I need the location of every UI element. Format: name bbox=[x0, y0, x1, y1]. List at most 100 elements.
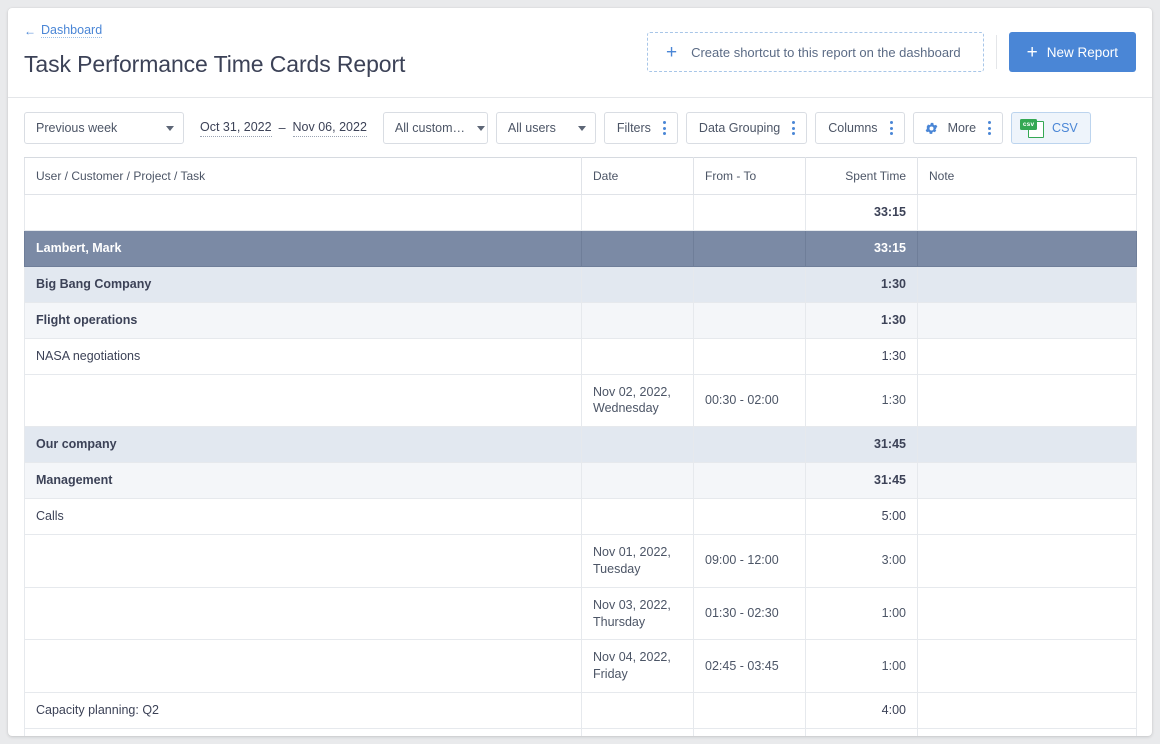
cell-date bbox=[582, 463, 694, 499]
columns-button[interactable]: Columns bbox=[815, 112, 904, 144]
users-select-value: All users bbox=[508, 121, 556, 135]
cell-note bbox=[918, 534, 1137, 587]
cell-date: Nov 01, 2022, Tuesday bbox=[582, 534, 694, 587]
report-table-container: User / Customer / Project / Task Date Fr… bbox=[8, 157, 1152, 736]
data-grouping-button[interactable]: Data Grouping bbox=[686, 112, 807, 144]
cell-name bbox=[25, 640, 582, 693]
cell-note bbox=[918, 587, 1137, 640]
table-row[interactable]: Capacity planning: Q24:00 bbox=[25, 693, 1137, 729]
filters-button[interactable]: Filters bbox=[604, 112, 678, 144]
page-header: ← Dashboard Task Performance Time Cards … bbox=[8, 8, 1152, 98]
kebab-menu-icon[interactable] bbox=[789, 121, 798, 135]
cell-date bbox=[582, 266, 694, 302]
cell-from-to bbox=[694, 729, 806, 737]
more-label: More bbox=[948, 121, 976, 135]
cell-note bbox=[918, 302, 1137, 338]
cell-spent-time bbox=[806, 729, 918, 737]
cell-name: NASA negotiations bbox=[25, 338, 582, 374]
table-row[interactable] bbox=[25, 729, 1137, 737]
cell-note bbox=[918, 427, 1137, 463]
cell-from-to: 09:00 - 12:00 bbox=[694, 534, 806, 587]
cell-spent-time: 31:45 bbox=[806, 427, 918, 463]
breadcrumb-dashboard-link[interactable]: ← Dashboard bbox=[24, 24, 102, 39]
customer-select-value: All custom… bbox=[395, 121, 465, 135]
cell-note bbox=[918, 499, 1137, 535]
date-range-picker[interactable]: Oct 31, 2022 – Nov 06, 2022 bbox=[192, 112, 375, 144]
cell-spent-time: 1:00 bbox=[806, 587, 918, 640]
cell-note bbox=[918, 266, 1137, 302]
export-csv-label: CSV bbox=[1052, 121, 1078, 135]
cell-name bbox=[25, 729, 582, 737]
report-toolbar: Previous week Oct 31, 2022 – Nov 06, 202… bbox=[8, 98, 1152, 157]
cell-name: Capacity planning: Q2 bbox=[25, 693, 582, 729]
cell-date bbox=[582, 427, 694, 463]
cell-spent-time: 33:15 bbox=[806, 230, 918, 266]
cell-note bbox=[918, 195, 1137, 231]
cell-date bbox=[582, 302, 694, 338]
cell-note bbox=[918, 729, 1137, 737]
kebab-menu-icon[interactable] bbox=[660, 121, 669, 135]
date-to[interactable]: Nov 06, 2022 bbox=[293, 120, 367, 137]
create-shortcut-button[interactable]: + Create shortcut to this report on the … bbox=[647, 32, 984, 72]
table-row[interactable]: Nov 01, 2022, Tuesday09:00 - 12:003:00 bbox=[25, 534, 1137, 587]
cell-from-to: 02:45 - 03:45 bbox=[694, 640, 806, 693]
data-grouping-label: Data Grouping bbox=[699, 121, 780, 135]
export-csv-button[interactable]: csv CSV bbox=[1011, 112, 1091, 144]
cell-spent-time: 1:30 bbox=[806, 266, 918, 302]
kebab-menu-icon[interactable] bbox=[887, 121, 896, 135]
column-header-date[interactable]: Date bbox=[582, 158, 694, 195]
cell-spent-time: 1:30 bbox=[806, 374, 918, 427]
cell-date bbox=[582, 195, 694, 231]
table-row[interactable]: Nov 02, 2022, Wednesday00:30 - 02:001:30 bbox=[25, 374, 1137, 427]
cell-note bbox=[918, 374, 1137, 427]
column-header-fromto[interactable]: From - To bbox=[694, 158, 806, 195]
chevron-down-icon bbox=[477, 126, 485, 131]
report-table: User / Customer / Project / Task Date Fr… bbox=[24, 157, 1137, 736]
column-header-note[interactable]: Note bbox=[918, 158, 1137, 195]
new-report-button[interactable]: + New Report bbox=[1009, 32, 1136, 72]
table-row[interactable]: Big Bang Company1:30 bbox=[25, 266, 1137, 302]
cell-note bbox=[918, 693, 1137, 729]
cell-date bbox=[582, 693, 694, 729]
customer-select[interactable]: All custom… bbox=[383, 112, 488, 144]
users-select[interactable]: All users bbox=[496, 112, 596, 144]
header-actions: + Create shortcut to this report on the … bbox=[647, 32, 1136, 72]
column-header-name[interactable]: User / Customer / Project / Task bbox=[25, 158, 582, 195]
cell-name bbox=[25, 534, 582, 587]
gear-icon bbox=[924, 121, 939, 136]
cell-date: Nov 03, 2022, Thursday bbox=[582, 587, 694, 640]
cell-from-to bbox=[694, 266, 806, 302]
table-row[interactable]: Calls 5:00 bbox=[25, 499, 1137, 535]
table-row[interactable]: Our company31:45 bbox=[25, 427, 1137, 463]
date-from[interactable]: Oct 31, 2022 bbox=[200, 120, 272, 137]
cell-from-to: 00:30 - 02:00 bbox=[694, 374, 806, 427]
period-select[interactable]: Previous week bbox=[24, 112, 184, 144]
header-divider bbox=[996, 35, 997, 69]
cell-date bbox=[582, 230, 694, 266]
more-button[interactable]: More bbox=[913, 112, 1003, 144]
cell-note bbox=[918, 463, 1137, 499]
cell-note bbox=[918, 338, 1137, 374]
cell-date bbox=[582, 338, 694, 374]
kebab-menu-icon[interactable] bbox=[985, 121, 994, 135]
table-row[interactable]: Nov 03, 2022, Thursday01:30 - 02:301:00 bbox=[25, 587, 1137, 640]
table-row[interactable]: Lambert, Mark33:15 bbox=[25, 230, 1137, 266]
plus-icon: + bbox=[1027, 43, 1038, 62]
cell-date bbox=[582, 729, 694, 737]
table-row[interactable]: 33:15 bbox=[25, 195, 1137, 231]
cell-name: Calls bbox=[25, 499, 582, 535]
cell-date: Nov 02, 2022, Wednesday bbox=[582, 374, 694, 427]
cell-from-to bbox=[694, 338, 806, 374]
csv-file-icon: csv bbox=[1020, 118, 1044, 138]
filters-label: Filters bbox=[617, 121, 651, 135]
cell-date bbox=[582, 499, 694, 535]
cell-spent-time: 31:45 bbox=[806, 463, 918, 499]
table-row[interactable]: NASA negotiations1:30 bbox=[25, 338, 1137, 374]
table-row[interactable]: Flight operations1:30 bbox=[25, 302, 1137, 338]
column-header-spent-time[interactable]: Spent Time bbox=[806, 158, 918, 195]
cell-from-to: 01:30 - 02:30 bbox=[694, 587, 806, 640]
cell-name: Flight operations bbox=[25, 302, 582, 338]
table-row[interactable]: Management31:45 bbox=[25, 463, 1137, 499]
table-row[interactable]: Nov 04, 2022, Friday02:45 - 03:451:00 bbox=[25, 640, 1137, 693]
cell-spent-time: 5:00 bbox=[806, 499, 918, 535]
